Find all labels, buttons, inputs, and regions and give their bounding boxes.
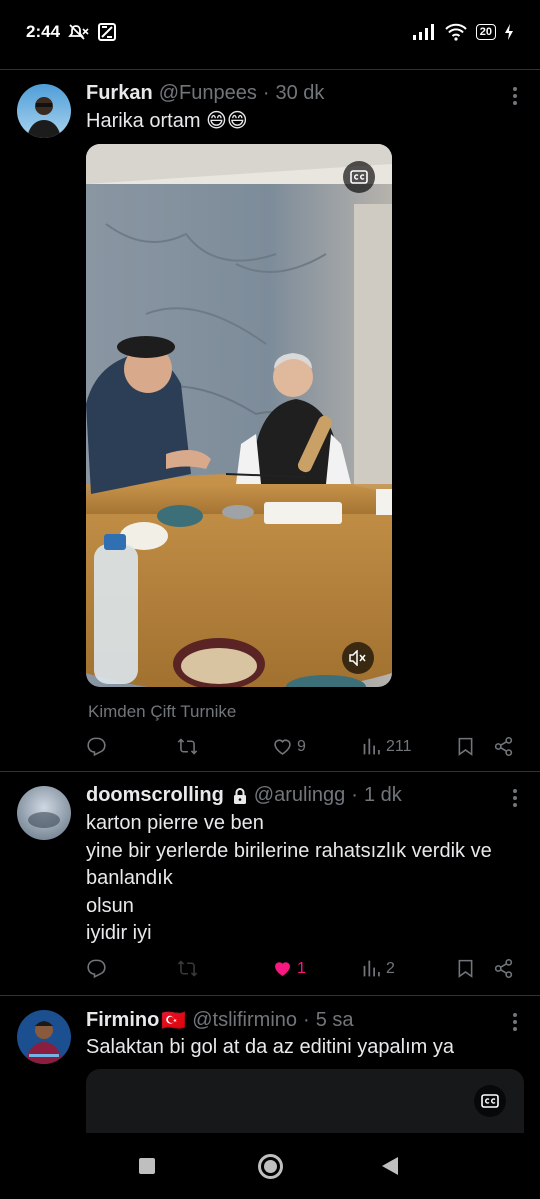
reply-button[interactable] [86,958,107,979]
avatar[interactable] [17,786,71,840]
views-button[interactable]: 2 [361,958,395,979]
dot-separator: · [303,1009,310,1031]
tweet-actions: 9 211 [86,736,526,762]
avatar[interactable] [17,1010,71,1064]
views-button[interactable]: 211 [361,736,412,757]
view-count: 2 [386,959,395,977]
tweet-actions: 1 2 [86,958,526,984]
author-handle[interactable]: @tslifirmino [192,1009,297,1032]
dot-separator: · [351,784,358,806]
post-time[interactable]: 1 dk [364,784,402,807]
back-button[interactable] [382,1157,398,1175]
share-icon [494,736,513,757]
tweet-firmino[interactable]: Firmino 🇹🇷 @tslifirmino · 5 sa Salaktan … [0,996,540,1133]
tweet-text: Harika ortam 😄😄 [86,110,248,132]
system-nav-bar [0,1133,540,1199]
share-button[interactable] [493,736,514,757]
author-name[interactable]: doomscrolling [86,784,224,807]
text-line: karton pierre ve ben [86,812,264,834]
flag-emoji: 🇹🇷 [161,1010,187,1032]
more-icon[interactable] [512,788,518,812]
text-line: iyidir iyi [86,922,152,944]
like-button[interactable]: 1 [272,958,306,979]
tweet-doomscrolling[interactable]: doomscrolling @arulingg · 1 dk karton pi… [0,772,540,996]
views-icon [363,960,380,977]
text-line: olsun [86,894,134,917]
avatar[interactable] [17,84,71,138]
more-icon[interactable] [512,1012,518,1036]
like-icon [274,739,291,755]
video-frame [86,144,392,687]
like-icon [275,962,290,976]
author-name[interactable]: Furkan [86,82,153,105]
retweet-icon [177,960,198,977]
tweet-furkan[interactable]: Furkan @Funpees · 30 dk Harika ortam 😄😄 [0,0,540,770]
tweet-header: doomscrolling @arulingg · 1 dk [86,784,520,807]
bookmark-button[interactable] [455,958,476,979]
video-player[interactable] [86,1069,524,1133]
tweet-text: karton pierre ve ben yine bir yerlerde b… [86,810,520,948]
author-name[interactable]: Firmino [86,1009,159,1032]
author-handle[interactable]: @arulingg [254,784,345,807]
reply-icon [87,959,106,979]
closed-captions-icon[interactable] [343,161,375,193]
post-time[interactable]: 5 sa [316,1009,354,1032]
retweet-icon [177,738,198,755]
tweet-text: Salaktan bi gol at da az editini yapalım… [86,1036,454,1058]
video-source[interactable]: Kimden Çift Turnike [88,702,236,722]
share-button[interactable] [493,958,514,979]
text-line: banlandık [86,867,173,889]
author-handle[interactable]: @Funpees [159,82,257,105]
like-button[interactable]: 9 [272,736,306,757]
tweet-header: Furkan @Funpees · 30 dk [86,82,520,105]
recents-button[interactable] [139,1158,155,1174]
tweet-header: Firmino 🇹🇷 @tslifirmino · 5 sa [86,1008,520,1033]
retweet-button[interactable] [177,736,198,757]
like-count: 9 [297,737,306,755]
dot-separator: · [262,82,270,104]
share-icon [494,958,513,979]
reply-button[interactable] [86,736,107,757]
reply-icon [87,737,106,757]
like-count: 1 [297,959,306,977]
bookmark-button[interactable] [455,736,476,757]
home-button[interactable] [258,1154,283,1179]
more-icon[interactable] [512,86,518,110]
view-count: 211 [386,737,412,755]
bookmark-icon [458,737,473,756]
text-line: yine bir yerlerde birilerine rahatsızlık… [86,839,492,862]
lock-icon [233,787,246,804]
views-icon [363,738,380,755]
post-time[interactable]: 30 dk [276,82,325,105]
bookmark-icon [458,959,473,978]
mute-icon[interactable] [342,642,374,674]
video-player[interactable] [86,144,392,687]
retweet-button[interactable] [177,958,198,979]
closed-captions-icon[interactable] [474,1085,506,1117]
